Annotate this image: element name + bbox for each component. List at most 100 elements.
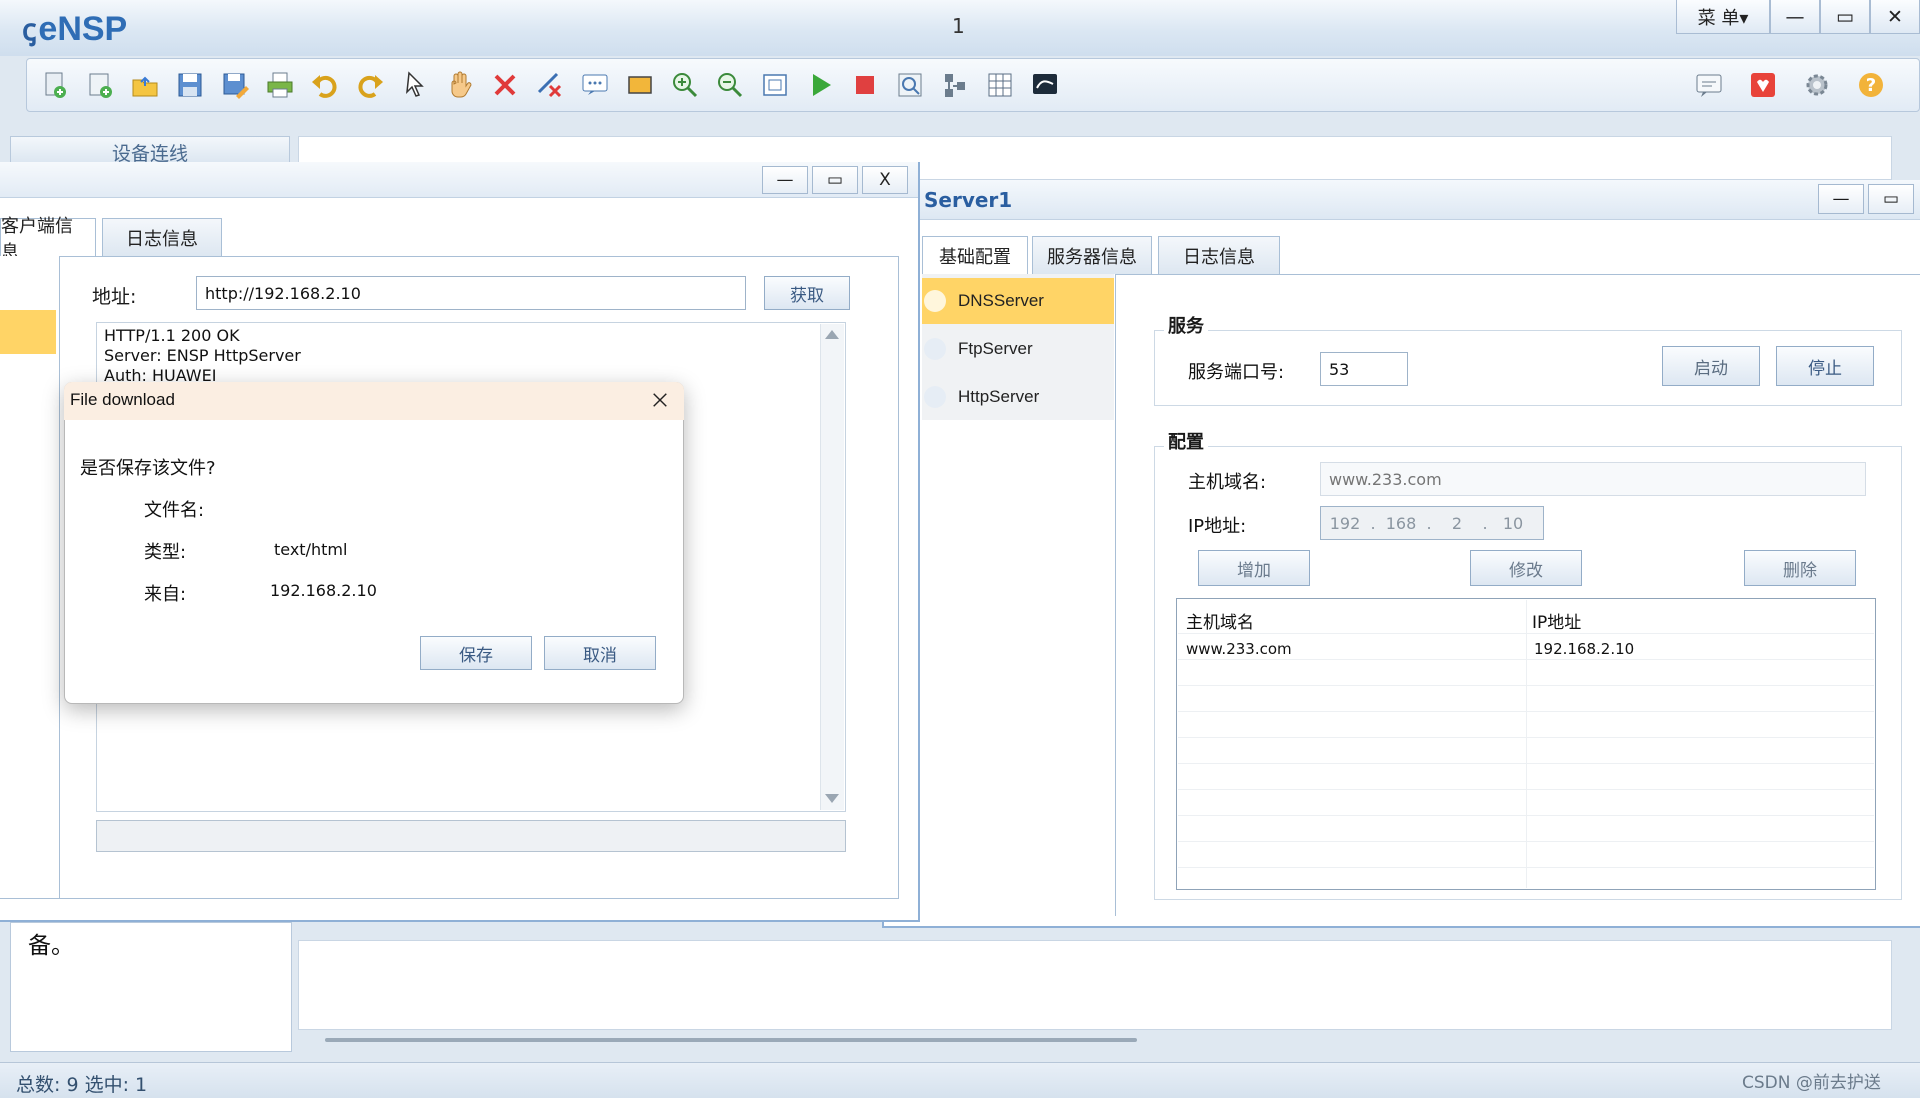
dialog-close-icon[interactable] [646,386,674,414]
tab-client-info[interactable]: 客户端信息 [0,216,96,263]
address-input[interactable] [196,276,746,310]
ip-separator: . [1426,513,1432,533]
grid-icon[interactable] [980,65,1020,105]
cell-ip: 192.168.2.10 [1534,640,1635,658]
ip-octet: 2 [1451,513,1463,533]
window-controls: 菜 单▾ — ▭ ✕ [1676,0,1920,34]
topology-canvas-lower[interactable] [298,940,1892,1030]
service-label: HttpServer [958,387,1040,406]
minimize-button[interactable]: — [1770,0,1820,34]
maximize-button[interactable]: ▭ [1820,0,1870,34]
service-label: DNSServer [958,291,1044,310]
add-record-button[interactable]: 增加 [1198,550,1310,586]
new-topology-icon[interactable] [35,65,75,105]
save-icon[interactable] [170,65,210,105]
filename-label: 文件名: [144,500,205,521]
get-button[interactable]: 获取 [764,276,850,310]
client-minimize-button[interactable]: — [762,166,808,194]
client-tab-divider [0,256,898,257]
zoom-out-icon[interactable] [710,65,750,105]
server1-maximize-button[interactable]: ▭ [1868,184,1914,214]
delete-record-button[interactable]: 删除 [1744,550,1856,586]
rectangle-icon[interactable] [620,65,660,105]
stop-service-button[interactable]: 停止 [1776,346,1874,386]
server1-title-bar [884,180,1920,220]
open-icon[interactable] [125,65,165,105]
file-download-title: File download [70,390,175,409]
redo-icon[interactable] [350,65,390,105]
app-title: eNSP [38,10,128,48]
zoom-in-icon[interactable] [665,65,705,105]
tab-basic-config[interactable]: 基础配置 [922,236,1028,274]
tab-server-log[interactable]: 日志信息 [1158,236,1280,274]
scroll-up-icon[interactable] [825,330,839,339]
port-input[interactable] [1320,352,1408,386]
main-menu-button[interactable]: 菜 单▾ [1676,0,1770,34]
service-label: FtpServer [958,339,1033,358]
new-device-icon[interactable] [80,65,120,105]
ip-address-input[interactable]: 192. 168. 2. 10 [1320,506,1544,540]
console-icon[interactable] [1025,65,1065,105]
service-item-dns[interactable]: DNSServer [922,278,1114,324]
from-value: 192.168.2.10 [270,581,377,600]
client-maximize-button[interactable]: ▭ [812,166,858,194]
pan-hand-icon[interactable] [440,65,480,105]
cell-domain: www.233.com [1186,640,1292,658]
ip-label: IP地址: [1188,516,1247,537]
cancel-button[interactable]: 取消 [544,636,656,670]
ip-separator: . [1482,513,1488,533]
client-close-button[interactable]: X [862,166,908,194]
chat-icon[interactable] [1689,65,1729,105]
type-value: text/html [274,540,348,559]
table-column-separator [1526,600,1527,888]
client-status-line [96,820,846,852]
watermark: CSDN @前去护送 [1742,1073,1881,1093]
print-icon[interactable] [260,65,300,105]
delete-link-icon[interactable] [530,65,570,105]
client-frame-border [898,256,899,898]
server1-minimize-button[interactable]: — [1818,184,1864,214]
scroll-down-icon[interactable] [825,794,839,803]
service-group-title: 服务 [1164,312,1208,338]
response-scrollbar[interactable] [820,324,844,810]
delete-icon[interactable] [485,65,525,105]
window-number: 1 [952,14,965,38]
domain-label: 主机域名: [1188,472,1267,493]
huawei-logo-icon[interactable] [1743,65,1783,105]
undo-icon[interactable] [305,65,345,105]
select-icon[interactable] [395,65,435,105]
column-header-domain: 主机域名 [1186,613,1254,633]
ip-octet: 10 [1502,513,1524,533]
ip-octet: 168 [1385,513,1417,533]
settings-icon[interactable] [1797,65,1837,105]
help-icon[interactable]: ? [1851,65,1891,105]
from-label: 来自: [144,584,187,605]
service-item-ftp[interactable]: FtpServer [922,326,1114,372]
tab-server-info[interactable]: 服务器信息 [1032,236,1152,274]
stop-device-icon[interactable] [845,65,885,105]
domain-input[interactable] [1320,462,1866,496]
service-item-http[interactable]: HttpServer [922,374,1114,420]
close-button[interactable]: ✕ [1870,0,1920,34]
response-text: HTTP/1.1 200 OK Server: ENSP HttpServer … [104,326,301,385]
canvas-horizontal-scrollbar[interactable] [325,1038,1137,1042]
column-header-ip: IP地址 [1532,613,1582,633]
modify-record-button[interactable]: 修改 [1470,550,1582,586]
client-list-selected-item[interactable] [0,310,56,354]
topology-icon[interactable] [935,65,975,105]
type-label: 类型: [144,542,187,563]
left-info-text: 备。 [28,933,74,959]
fit-view-icon[interactable] [755,65,795,105]
text-label-icon[interactable] [575,65,615,105]
status-bar [0,1062,1920,1098]
save-as-icon[interactable] [215,65,255,105]
start-service-button[interactable]: 启动 [1662,346,1760,386]
toolbar: ? [26,58,1920,112]
tab-client-log[interactable]: 日志信息 [102,218,222,256]
save-button[interactable]: 保存 [420,636,532,670]
service-status-icon [924,290,946,312]
start-device-icon[interactable] [800,65,840,105]
ip-separator: . [1370,513,1376,533]
capture-icon[interactable] [890,65,930,105]
app-logo: ꞔeNSP [22,8,127,49]
